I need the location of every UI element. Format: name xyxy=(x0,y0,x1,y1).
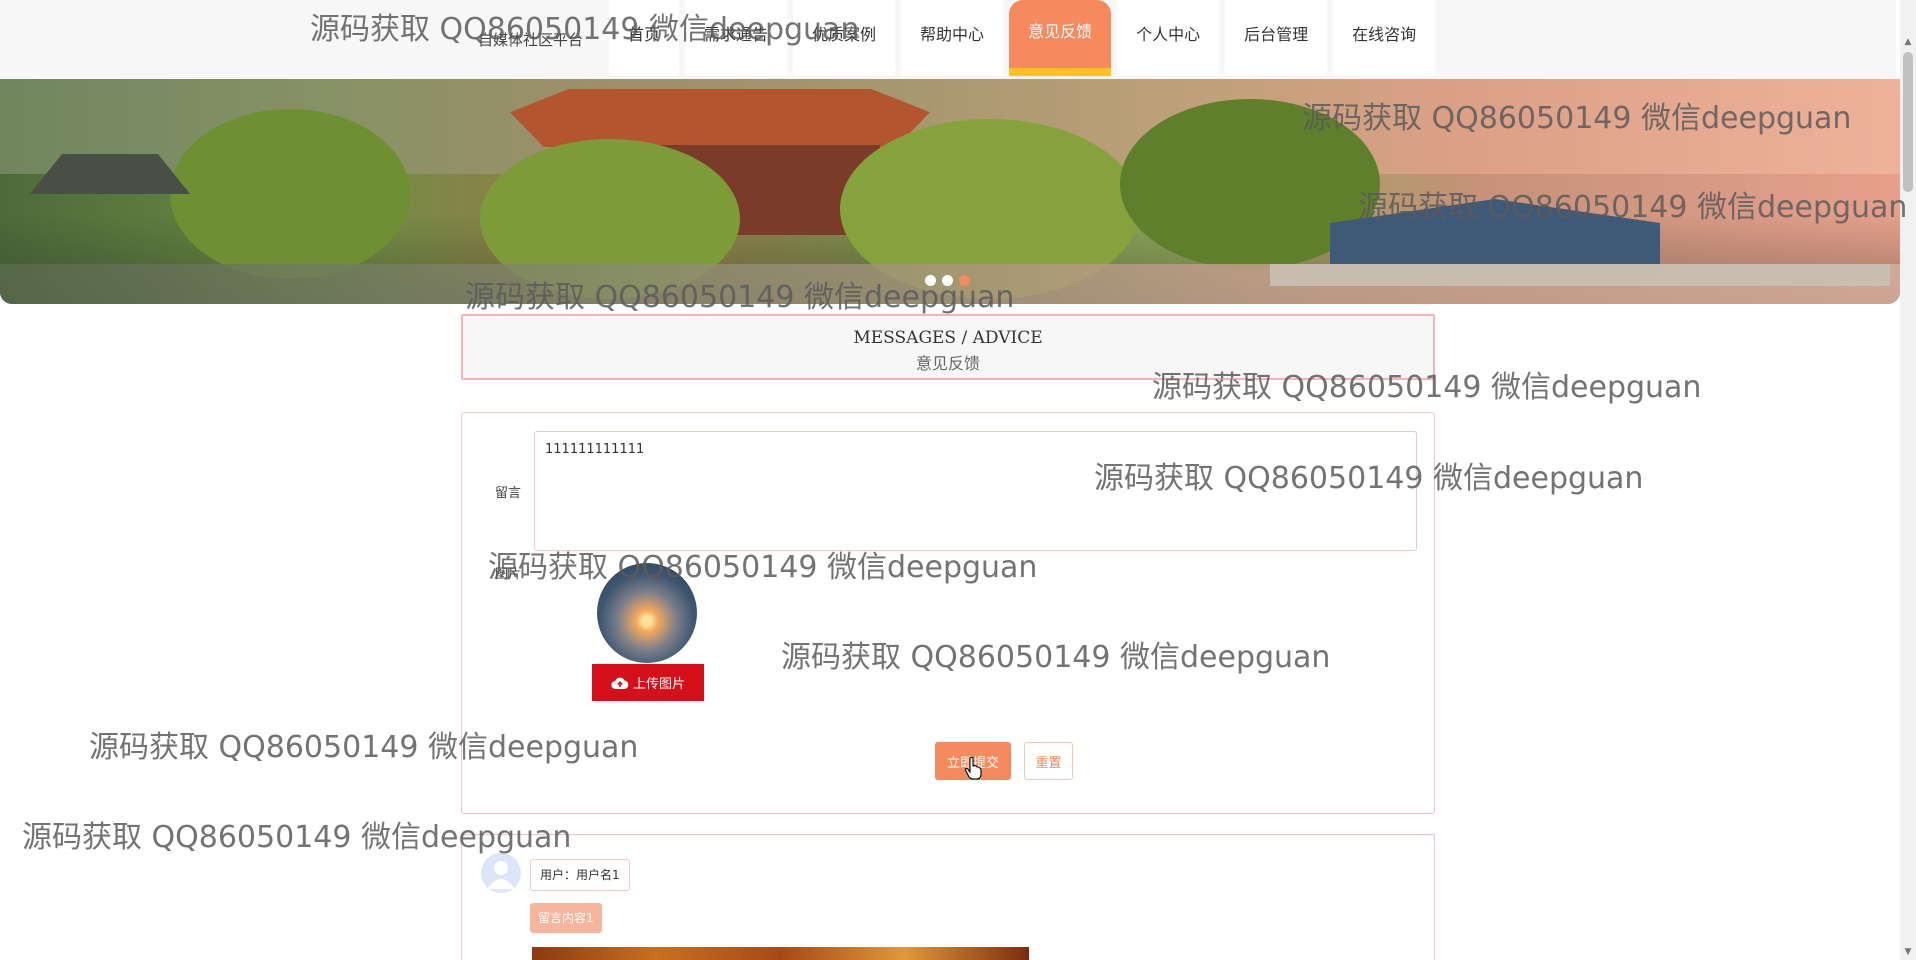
user-icon xyxy=(487,861,515,889)
section-header: MESSAGES / ADVICE 意见反馈 xyxy=(461,314,1435,380)
page-scrollbar[interactable]: ▲ ▼ xyxy=(1900,0,1916,960)
carousel-dot-3[interactable] xyxy=(959,275,970,286)
hand-cursor-icon xyxy=(964,756,982,780)
carousel-indicators xyxy=(925,275,970,286)
image-preview xyxy=(597,563,697,663)
nav-help[interactable]: 帮助中心 xyxy=(901,0,1004,76)
nav-cases[interactable]: 优质案例 xyxy=(793,0,896,76)
user-avatar xyxy=(481,853,521,893)
cloud-upload-icon xyxy=(611,677,629,689)
upload-image-label: 上传图片 xyxy=(632,677,685,692)
top-navbar: 自媒体社区平台 首页 需求通告 优质案例 帮助中心 意见反馈 个人中心 后台管理… xyxy=(0,0,1896,79)
section-title-zh: 意见反馈 xyxy=(915,354,980,373)
image-label: 图片 xyxy=(495,567,522,582)
comment-image xyxy=(532,947,1029,960)
message-label: 留言 xyxy=(495,486,522,501)
scroll-up-icon[interactable]: ▲ xyxy=(1900,34,1916,50)
banner-tree xyxy=(170,109,410,279)
comment-content: 留言内容1 xyxy=(530,903,602,933)
reset-button[interactable]: 重置 xyxy=(1024,742,1073,780)
scroll-down-icon[interactable]: ▼ xyxy=(1900,944,1916,960)
comment-item: 用户：用户名1 留言内容1 xyxy=(461,834,1435,960)
nav-notices[interactable]: 需求通告 xyxy=(685,0,788,76)
banner-carousel[interactable] xyxy=(0,79,1900,304)
nav-home[interactable]: 首页 xyxy=(609,0,680,76)
banner-fence xyxy=(1270,264,1890,286)
feedback-form: 留言 111111111111 图片 上传图片 立即提交 重置 xyxy=(461,412,1435,814)
site-brand[interactable]: 自媒体社区平台 xyxy=(478,29,583,50)
nav-consult[interactable]: 在线咨询 xyxy=(1333,0,1436,76)
carousel-dot-1[interactable] xyxy=(925,275,936,286)
comment-user: 用户：用户名1 xyxy=(530,859,630,891)
banner-temple-roof xyxy=(510,89,930,147)
nav-profile[interactable]: 个人中心 xyxy=(1117,0,1220,76)
upload-image-button[interactable]: 上传图片 xyxy=(592,664,704,701)
carousel-dot-2[interactable] xyxy=(942,275,953,286)
nav-feedback[interactable]: 意见反馈 xyxy=(1009,0,1112,76)
main-nav: 首页 需求通告 优质案例 帮助中心 意见反馈 个人中心 后台管理 在线咨询 xyxy=(609,0,1436,76)
scroll-thumb[interactable] xyxy=(1903,52,1913,192)
nav-admin[interactable]: 后台管理 xyxy=(1225,0,1328,76)
message-input[interactable]: 111111111111 xyxy=(534,431,1417,551)
section-title-en: MESSAGES / ADVICE xyxy=(853,328,1043,348)
